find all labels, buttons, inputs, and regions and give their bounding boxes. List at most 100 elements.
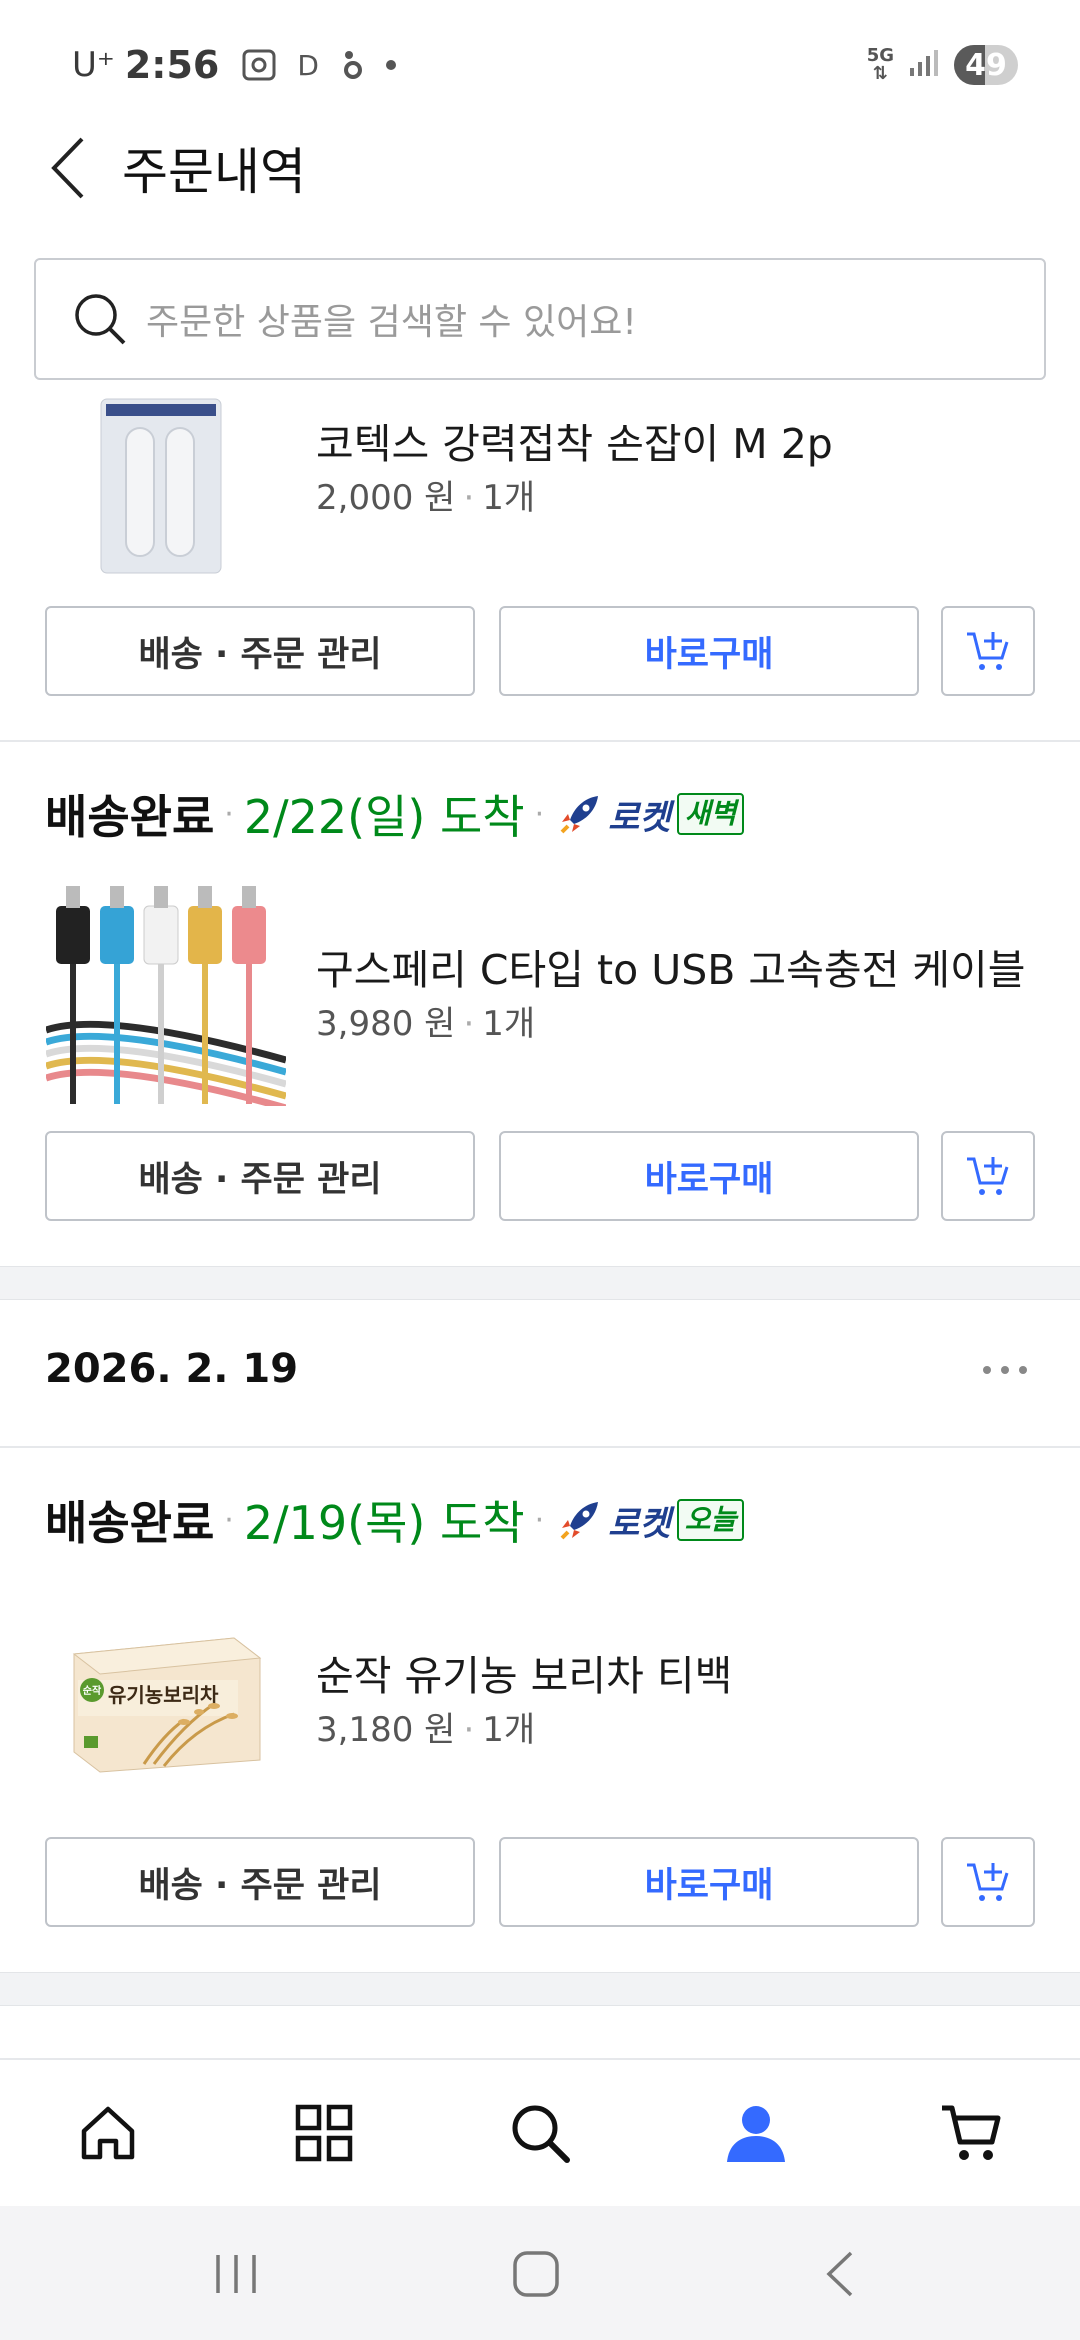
category-grid-icon <box>295 2104 353 2162</box>
section-divider <box>0 1446 1080 1448</box>
back-button[interactable] <box>40 128 96 208</box>
more-dots-icon <box>983 1366 1027 1374</box>
back-chevron-icon <box>826 2251 853 2297</box>
add-to-cart-button[interactable] <box>941 606 1035 696</box>
section-divider <box>0 740 1080 742</box>
rocket-type-badge: 오늘 <box>676 1499 745 1541</box>
signal-icon <box>908 48 942 82</box>
status-left: U⁺ 2:56 D <box>72 40 417 90</box>
search-placeholder: 주문한 상품을 검색할 수 있어요! <box>146 302 637 343</box>
battery-icon: 49 <box>954 45 1018 85</box>
nav-cart[interactable] <box>864 2060 1080 2206</box>
rocket-label: 로켓 <box>608 1503 671 1544</box>
product-meta: 3,180 원 · 1개 <box>316 1702 535 1751</box>
rocket-label: 로켓 <box>608 797 671 838</box>
product-qty: 1개 <box>482 1710 536 1750</box>
order-date-header: 2026. 2. 19 <box>0 1300 1080 1446</box>
delivery-status-line: 배송완료 · 2/22(일) 도착 · 로켓 새벽 <box>45 782 745 846</box>
rocket-delivery-badge: 로켓 오늘 <box>558 1496 745 1545</box>
recent-apps-icon <box>216 2255 256 2293</box>
rocket-delivery-badge: 로켓 새벽 <box>558 790 745 839</box>
my-account-icon <box>727 2106 785 2162</box>
product-qty: 1개 <box>482 478 536 518</box>
delivery-order-manage-button[interactable]: 배송 · 주문 관리 <box>45 1131 475 1221</box>
search-icon <box>75 294 126 345</box>
delivery-status-line: 배송완료 · 2/19(목) 도착 · 로켓 오늘 <box>45 1488 745 1552</box>
chevron-left-icon <box>51 137 84 199</box>
product-image: 순작 유기농보리차 <box>64 1624 264 1774</box>
status-separator: · <box>224 1502 234 1538</box>
cart-plus-icon <box>967 1863 1009 1901</box>
order-search-input[interactable]: 주문한 상품을 검색할 수 있어요! <box>34 258 1046 380</box>
product-meta: 2,000 원 · 1개 <box>316 470 535 519</box>
page-title: 주문내역 <box>122 143 306 201</box>
order-item[interactable]: 코텍스 강력접착 손잡이 M 2p 2,000 원 · 1개 <box>0 398 1080 598</box>
buy-now-button[interactable]: 바로구매 <box>499 1131 919 1221</box>
arrival-date: 2/19(목) 도착 <box>243 1496 525 1550</box>
order-item[interactable]: 순작 유기농보리차 순작 유기농 보리차 티백 3,180 원 · 1개 <box>0 1600 1080 1840</box>
product-price: 3,980 원 <box>316 1004 456 1044</box>
product-price: 2,000 원 <box>316 478 456 518</box>
product-name[interactable]: 순작 유기농 보리차 티백 <box>316 1642 732 1702</box>
network-5g-icon: 5G ⇅ <box>867 47 894 83</box>
home-square-icon <box>513 2251 559 2297</box>
status-right: 5G ⇅ 49 <box>867 42 1018 88</box>
product-image <box>100 398 222 574</box>
product-meta: 3,980 원 · 1개 <box>316 996 535 1045</box>
buy-now-button[interactable]: 바로구매 <box>499 1837 919 1927</box>
status-separator: · <box>534 1502 545 1538</box>
package-text: 유기농보리차 <box>108 1683 219 1707</box>
carrier-label: U⁺ <box>72 45 115 85</box>
status-time: 2:56 <box>124 43 220 87</box>
meta-separator: · <box>463 478 475 518</box>
meta-separator: · <box>463 1004 475 1044</box>
data-arrows: ⇅ <box>872 63 888 84</box>
product-name[interactable]: 코텍스 강력접착 손잡이 M 2p <box>316 410 833 470</box>
nav-home[interactable] <box>0 2060 216 2206</box>
add-to-cart-button[interactable] <box>941 1131 1035 1221</box>
order-item[interactable]: 구스페리 C타입 to USB 고속충전 케이블 3,980 원 · 1개 <box>0 880 1080 1120</box>
order-date: 2026. 2. 19 <box>45 1346 299 1392</box>
order-group-gap <box>0 1266 1080 1300</box>
rocket-type-badge: 새벽 <box>676 793 745 835</box>
recent-apps-button[interactable] <box>196 2244 276 2304</box>
more-options-button[interactable] <box>970 1340 1040 1400</box>
nav-category[interactable] <box>216 2060 432 2206</box>
cart-plus-icon <box>967 1157 1009 1195</box>
more-notifications-dot-icon <box>385 59 397 71</box>
battery-level: 49 <box>965 48 1007 83</box>
status-separator: · <box>534 796 545 832</box>
order-actions: 배송 · 주문 관리 바로구매 <box>0 1131 1080 1221</box>
delivery-status: 배송완료 <box>45 790 215 844</box>
order-actions: 배송 · 주문 관리 바로구매 <box>0 606 1080 696</box>
system-back-button[interactable] <box>800 2244 880 2304</box>
delivery-order-manage-button[interactable]: 배송 · 주문 관리 <box>45 606 475 696</box>
product-image <box>44 880 287 1112</box>
delivery-order-manage-button[interactable]: 배송 · 주문 관리 <box>45 1837 475 1927</box>
delivery-status: 배송완료 <box>45 1496 215 1550</box>
system-navigation-bar <box>0 2206 1080 2340</box>
d-indicator: D <box>297 48 319 82</box>
package-logo-text: 순작 <box>83 1684 102 1697</box>
nav-my-account[interactable] <box>648 2060 864 2206</box>
status-bar: U⁺ 2:56 D 5G ⇅ 49 <box>0 0 1080 120</box>
bottom-navigation <box>0 2058 1080 2206</box>
cart-icon <box>942 2105 1001 2160</box>
notification-app-icon <box>341 48 365 82</box>
meta-separator: · <box>463 1710 475 1750</box>
buy-now-button[interactable]: 바로구매 <box>499 606 919 696</box>
product-name[interactable]: 구스페리 C타입 to USB 고속충전 케이블 <box>316 936 1025 996</box>
order-actions: 배송 · 주문 관리 바로구매 <box>0 1837 1080 1927</box>
app-header: 주문내역 <box>0 120 1080 250</box>
order-group-gap <box>0 1972 1080 2006</box>
screenshot-icon <box>241 48 277 82</box>
status-separator: · <box>224 796 234 832</box>
home-icon <box>81 2106 135 2160</box>
arrival-date: 2/22(일) 도착 <box>243 790 525 844</box>
nav-search[interactable] <box>432 2060 648 2206</box>
rocket-icon <box>560 796 599 834</box>
home-system-button[interactable] <box>496 2244 576 2304</box>
product-qty: 1개 <box>482 1004 536 1044</box>
add-to-cart-button[interactable] <box>941 1837 1035 1927</box>
rocket-icon <box>560 1502 599 1540</box>
